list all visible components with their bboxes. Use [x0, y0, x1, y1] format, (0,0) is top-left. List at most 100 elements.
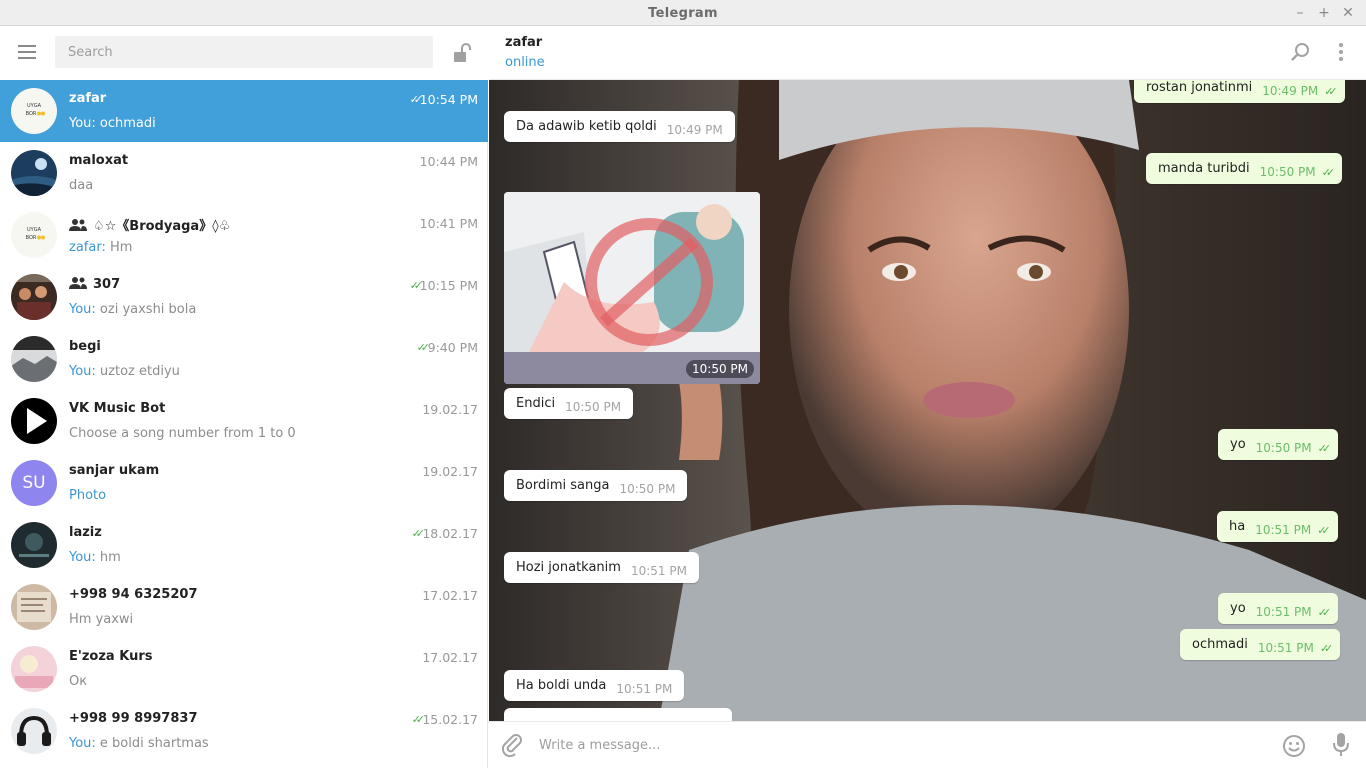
- chat-preview: zafar: Hm: [69, 240, 132, 255]
- message-time: 10:51 PM: [630, 564, 687, 578]
- message-bubble-in[interactable]: Hozi jonatkanim 10:51 PM: [504, 552, 699, 583]
- chat-time: 10:44 PM: [419, 154, 478, 169]
- preview-text: ochmadi: [99, 116, 156, 131]
- chat-row-brodyaga[interactable]: UYGA BOR ♤☆《Brodyaga》◊♧ 10:41 PM zafar: …: [0, 204, 488, 266]
- chat-time: 19.02.17: [422, 464, 478, 479]
- preview-text: Ок: [69, 674, 88, 689]
- sender-prefix: You:: [69, 736, 100, 751]
- sidebar: UYGA BOR zafar ✓✓ 10:54 PM You: ochmadi …: [0, 26, 488, 768]
- message-history[interactable]: rostan jonatinmi 10:49 PM ✓✓ Da adawib ket…: [489, 80, 1366, 721]
- message-input[interactable]: [539, 730, 1259, 760]
- chat-row-998946325207[interactable]: +998 94 6325207 17.02.17 Hm yaxwi: [0, 576, 488, 638]
- chat-row-307[interactable]: 307 ✓✓ 10:15 PM You: ozi yaxshi bola: [0, 266, 488, 328]
- message-bubble-in[interactable]: Bordimi sanga 10:50 PM: [504, 470, 688, 501]
- group-icon: [69, 277, 87, 289]
- double-check-icon: ✓✓: [1317, 442, 1332, 455]
- chat-row-ezoza-kurs[interactable]: E'zoza Kurs 17.02.17 Ок: [0, 638, 488, 700]
- sender-prefix: You:: [69, 364, 100, 379]
- chat-row-zafar[interactable]: UYGA BOR zafar ✓✓ 10:54 PM You: ochmadi: [0, 80, 488, 142]
- message-composer: [489, 721, 1366, 768]
- emoji-icon[interactable]: [1282, 734, 1306, 758]
- chat-name-text: 307: [93, 277, 121, 292]
- double-check-icon: ✓✓: [411, 713, 426, 726]
- chat-row-998998997837[interactable]: +998 99 8997837 ✓✓ 15.02.17 You: e boldi…: [0, 700, 488, 762]
- message-text: manda turibdi: [1158, 161, 1250, 176]
- message-text: rostan jonatinmi: [1146, 80, 1253, 95]
- message-bubble-in-partial[interactable]: [504, 708, 732, 721]
- sender-prefix: You:: [69, 116, 100, 131]
- chat-row-maloxat[interactable]: maloxat 10:44 PM daa: [0, 142, 488, 204]
- chat-preview: Hm yaxwi: [69, 612, 133, 627]
- chat-time: 10:54 PM: [419, 92, 478, 107]
- message-bubble-in[interactable]: Da adawib ketib qoldi 10:49 PM: [504, 111, 735, 142]
- maximize-button[interactable]: +: [1315, 4, 1333, 22]
- chat-name: ♤☆《Brodyaga》◊♧: [69, 215, 230, 234]
- microphone-icon[interactable]: [1332, 732, 1350, 758]
- photo-message[interactable]: 10:50 PM: [504, 192, 760, 384]
- message-time: 10:50 PM: [619, 482, 676, 496]
- avatar: [11, 274, 57, 320]
- unlock-icon[interactable]: [452, 42, 472, 64]
- search-input[interactable]: [55, 36, 433, 68]
- message-bubble-out[interactable]: ha 10:51 PM ✓✓: [1217, 511, 1338, 542]
- peer-status: online: [505, 55, 545, 70]
- double-check-icon: ✓✓: [1321, 166, 1336, 179]
- message-time: 10:51 PM: [616, 682, 673, 696]
- chat-time: 17.02.17: [422, 650, 478, 665]
- message-text: ha: [1229, 519, 1246, 534]
- group-icon: [69, 219, 87, 231]
- sender-prefix: zafar:: [69, 240, 110, 255]
- chat-header: zafar online: [489, 26, 1366, 80]
- svg-text:BOR: BOR: [26, 235, 37, 241]
- chat-preview: daa: [69, 178, 93, 193]
- peer-name[interactable]: zafar: [505, 35, 542, 50]
- chat-name: +998 99 8997837: [69, 711, 198, 726]
- message-text: Bordimi sanga: [516, 478, 610, 493]
- chat-preview: You: hm: [69, 550, 121, 565]
- sender-prefix: You:: [69, 550, 100, 565]
- avatar: [11, 708, 57, 754]
- svg-text:UYGA: UYGA: [27, 227, 42, 233]
- hamburger-menu-icon[interactable]: [18, 45, 38, 59]
- message-text: Endici: [516, 396, 556, 411]
- message-bubble-in[interactable]: Endici 10:50 PM: [504, 388, 634, 419]
- message-time: 10:51 PM: [1257, 641, 1314, 655]
- double-check-icon: ✓✓: [409, 93, 424, 106]
- avatar: UYGA BOR: [11, 212, 57, 258]
- message-bubble-out[interactable]: yo 10:50 PM ✓✓: [1218, 429, 1339, 460]
- chat-row-laziz[interactable]: laziz ✓✓ 18.02.17 You: hm: [0, 514, 488, 576]
- double-check-icon: ✓✓: [411, 527, 426, 540]
- double-check-icon: ✓✓: [1317, 524, 1331, 537]
- message-time: 10:50 PM: [565, 400, 622, 414]
- message-bubble-out[interactable]: ochmadi 10:51 PM ✓✓: [1180, 629, 1341, 660]
- avatar: [11, 398, 57, 444]
- chat-row-begi[interactable]: begi ✓✓ 9:40 PM You: uztoz etdiyu: [0, 328, 488, 390]
- avatar: [11, 336, 57, 382]
- message-bubble-out[interactable]: rostan jonatinmi 10:49 PM ✓✓: [1134, 80, 1345, 103]
- sidebar-header: [0, 26, 488, 80]
- message-bubble-out[interactable]: yo 10:51 PM ✓✓: [1218, 593, 1339, 624]
- message-bubble-in[interactable]: Ha boldi unda 10:51 PM: [504, 670, 685, 701]
- message-time: 10:51 PM: [1255, 605, 1312, 619]
- chat-row-vk-music-bot[interactable]: VK Music Bot 19.02.17 Choose a song numb…: [0, 390, 488, 452]
- chat-time: 10:15 PM: [419, 278, 478, 293]
- message-bubble-out[interactable]: manda turibdi 10:50 PM ✓✓: [1146, 153, 1343, 184]
- double-check-icon: ✓✓: [1319, 642, 1334, 655]
- chat-name: +998 94 6325207: [69, 587, 198, 602]
- photo-time: 10:50 PM: [686, 360, 754, 378]
- avatar: [11, 150, 57, 196]
- preview-text: ozi yaxshi bola: [99, 302, 197, 317]
- search-icon[interactable]: [1290, 42, 1310, 62]
- minimize-button[interactable]: –: [1291, 4, 1309, 22]
- close-button[interactable]: ✕: [1339, 4, 1357, 22]
- more-options-icon[interactable]: [1338, 42, 1344, 62]
- avatar: UYGA BOR: [11, 88, 57, 134]
- preview-text: uztoz etdiyu: [99, 364, 180, 379]
- double-check-icon: ✓✓: [1324, 85, 1338, 98]
- avatar: SU: [11, 460, 57, 506]
- chat-name: maloxat: [69, 153, 129, 168]
- chat-preview: Photo: [69, 488, 106, 503]
- attach-icon[interactable]: [501, 733, 523, 757]
- chat-time: 17.02.17: [422, 588, 478, 603]
- chat-row-sanjar-ukam[interactable]: SU sanjar ukam 19.02.17 Photo: [0, 452, 488, 514]
